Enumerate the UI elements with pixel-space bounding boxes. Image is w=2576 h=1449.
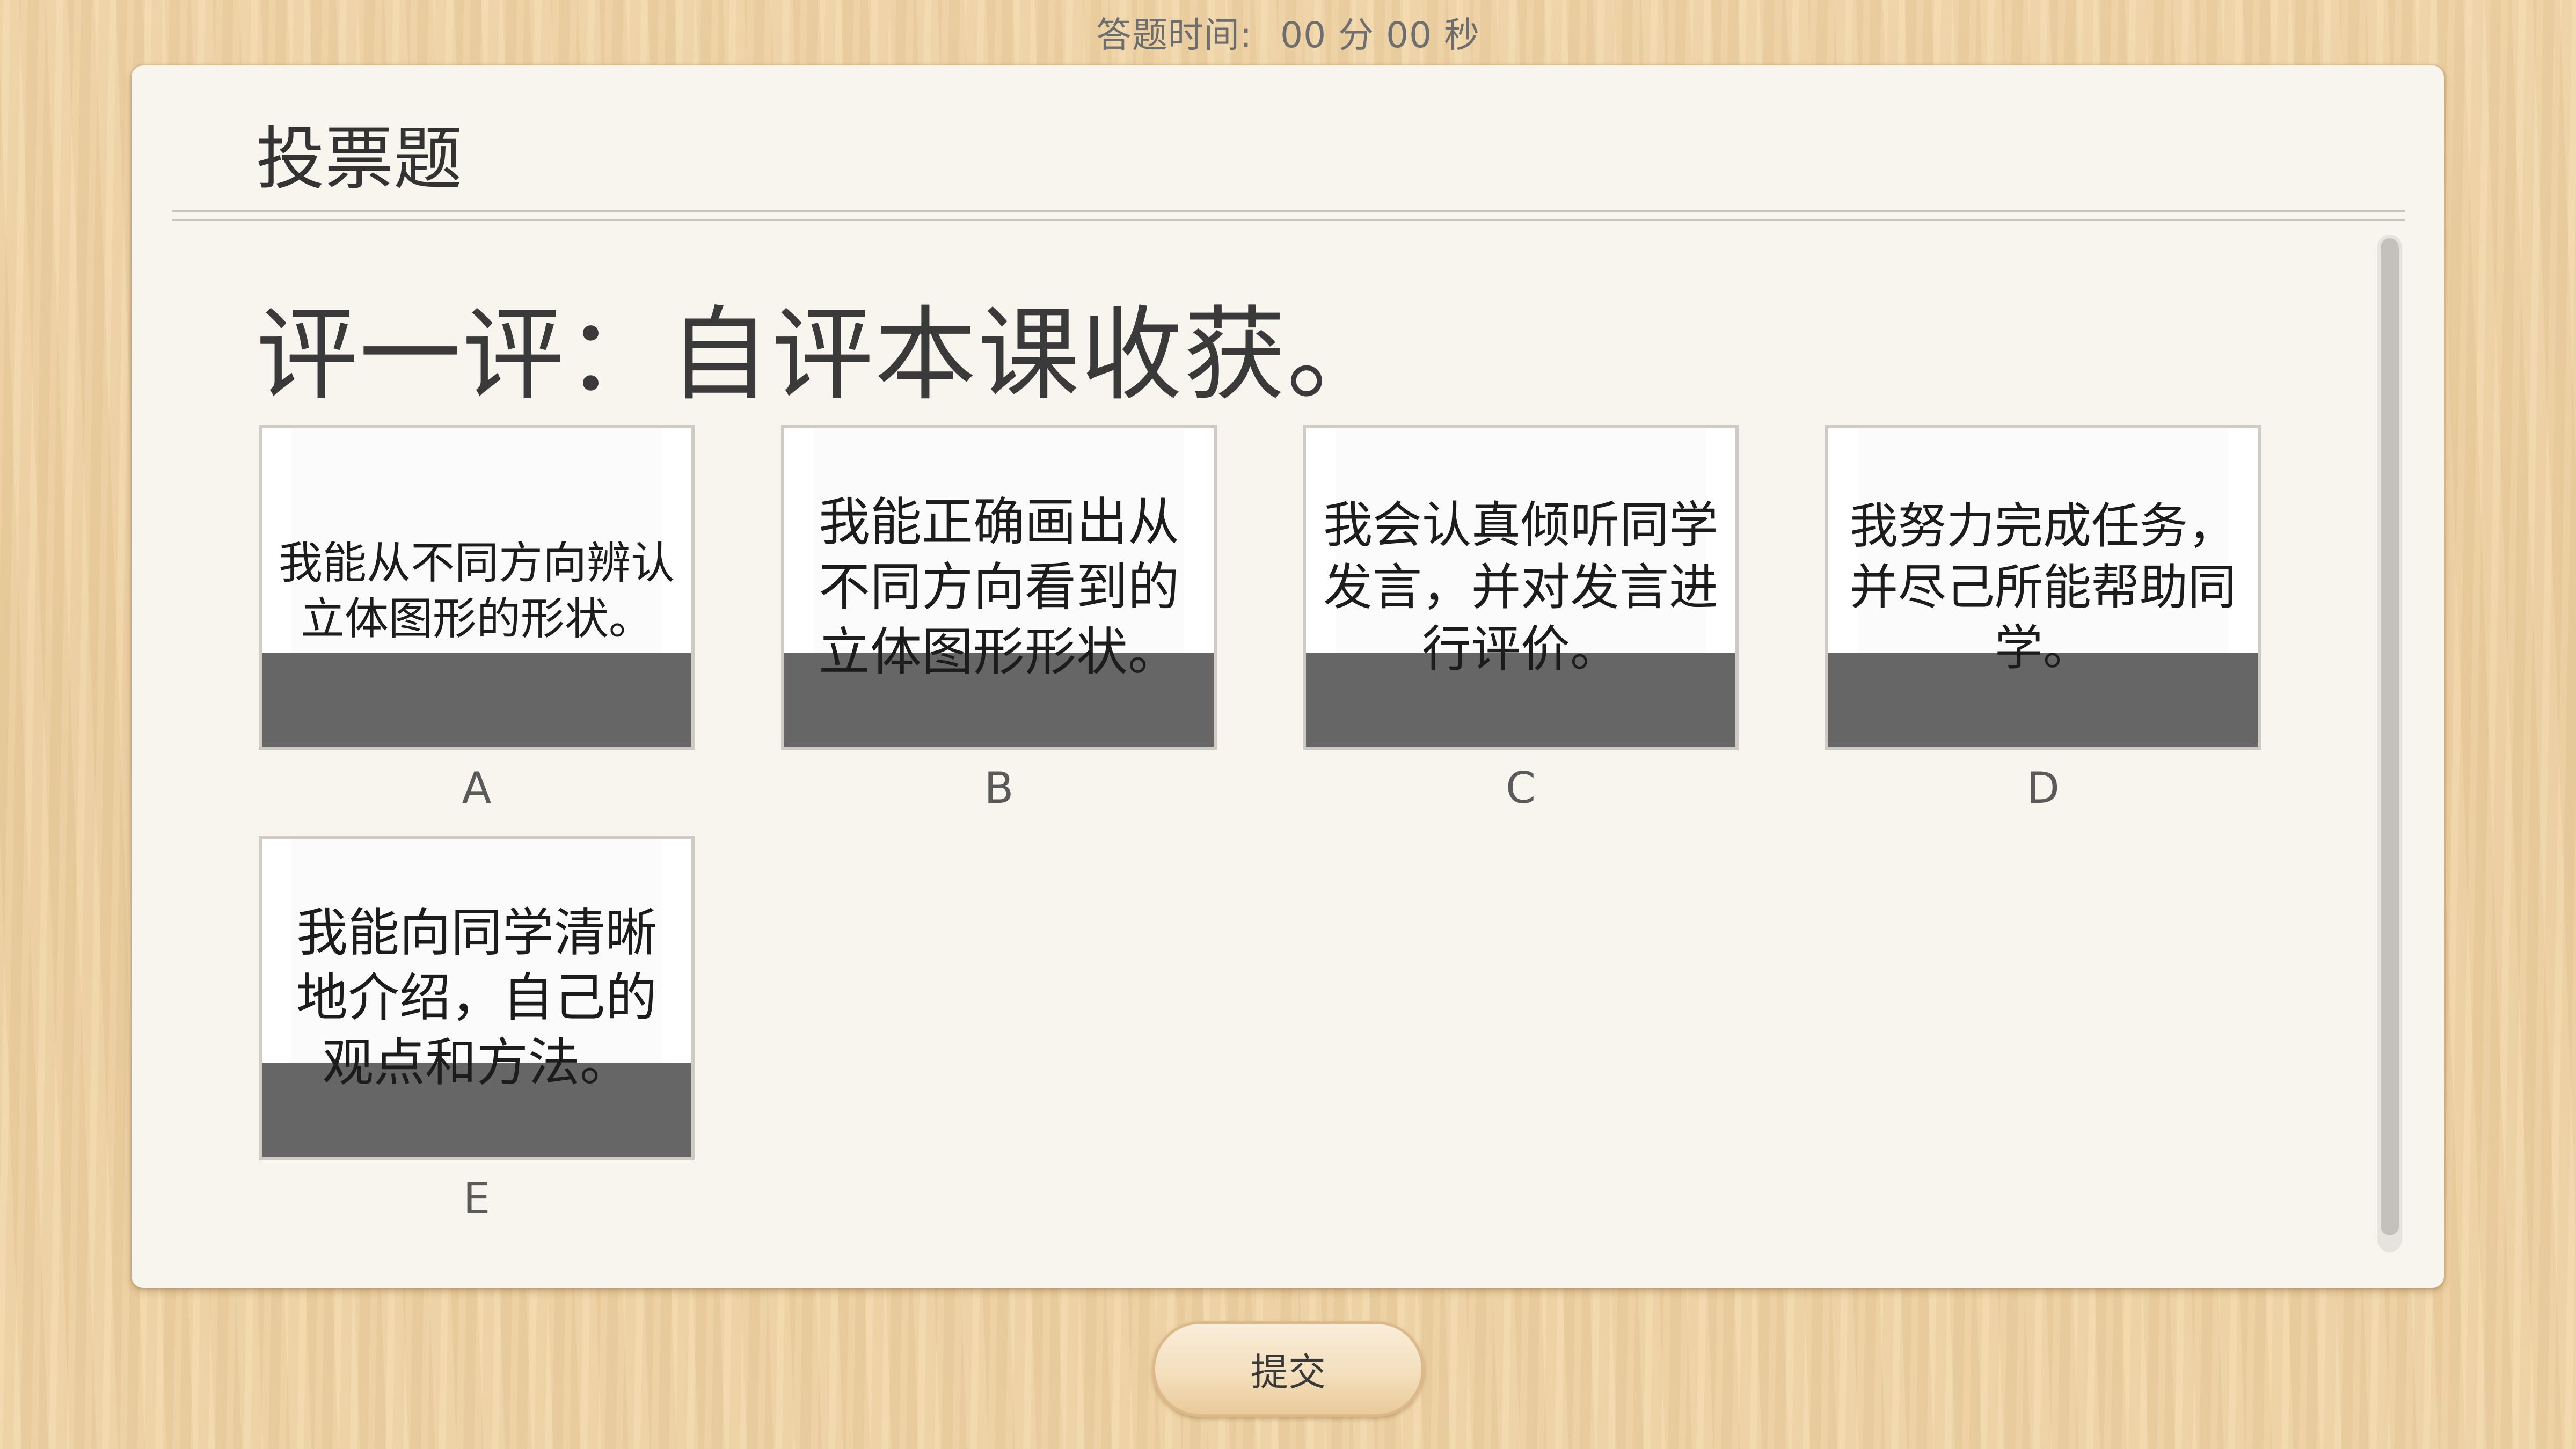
option-text-e: 我能向同学清晰地介绍，自己的观点和方法。 (296, 903, 657, 1093)
timer-value: 00 分 00 秒 (1280, 14, 1480, 56)
option-label-e: E (463, 1174, 491, 1224)
option-card-e[interactable]: 我能向同学清晰地介绍，自己的观点和方法。 (259, 836, 695, 1160)
timer-label: 答题时间: (1096, 14, 1253, 56)
question-text: 评一评：自评本课收获。 (256, 296, 1390, 414)
option-card-b[interactable]: 我能正确画出从不同方向看到的立体图形形状。 (781, 425, 1217, 750)
question-type-title: 投票题 (256, 119, 463, 199)
option-card-a[interactable]: 我能从不同方向辨认立体图形的形状。 (259, 425, 695, 750)
option-label-b: B (984, 763, 1014, 813)
option-text-b: 我能正确画出从不同方向看到的立体图形形状。 (819, 492, 1179, 682)
option-text-d: 我努力完成任务，并尽己所能帮助同学。 (1850, 498, 2236, 677)
option-card-d[interactable]: 我努力完成任务，并尽己所能帮助同学。 (1825, 425, 2261, 750)
option-text-c: 我会认真倾听同学发言，并对发言进行评价。 (1323, 496, 1718, 678)
scrollbar-thumb[interactable] (2381, 238, 2399, 1235)
question-panel: 投票题 评一评：自评本课收获。 我能从不同方向辨认立体图形的形状。 A 我能正确… (132, 65, 2444, 1288)
option-text-a: 我能从不同方向辨认立体图形的形状。 (278, 538, 675, 645)
answer-timer: 答题时间: 00 分 00 秒 (0, 6, 2576, 58)
submit-button[interactable]: 提交 (1152, 1321, 1424, 1417)
option-label-a: A (462, 763, 492, 813)
option-label-c: C (1506, 763, 1536, 813)
title-divider (172, 210, 2405, 221)
option-label-d: D (2026, 763, 2060, 813)
option-card-c[interactable]: 我会认真倾听同学发言，并对发言进行评价。 (1303, 425, 1739, 750)
